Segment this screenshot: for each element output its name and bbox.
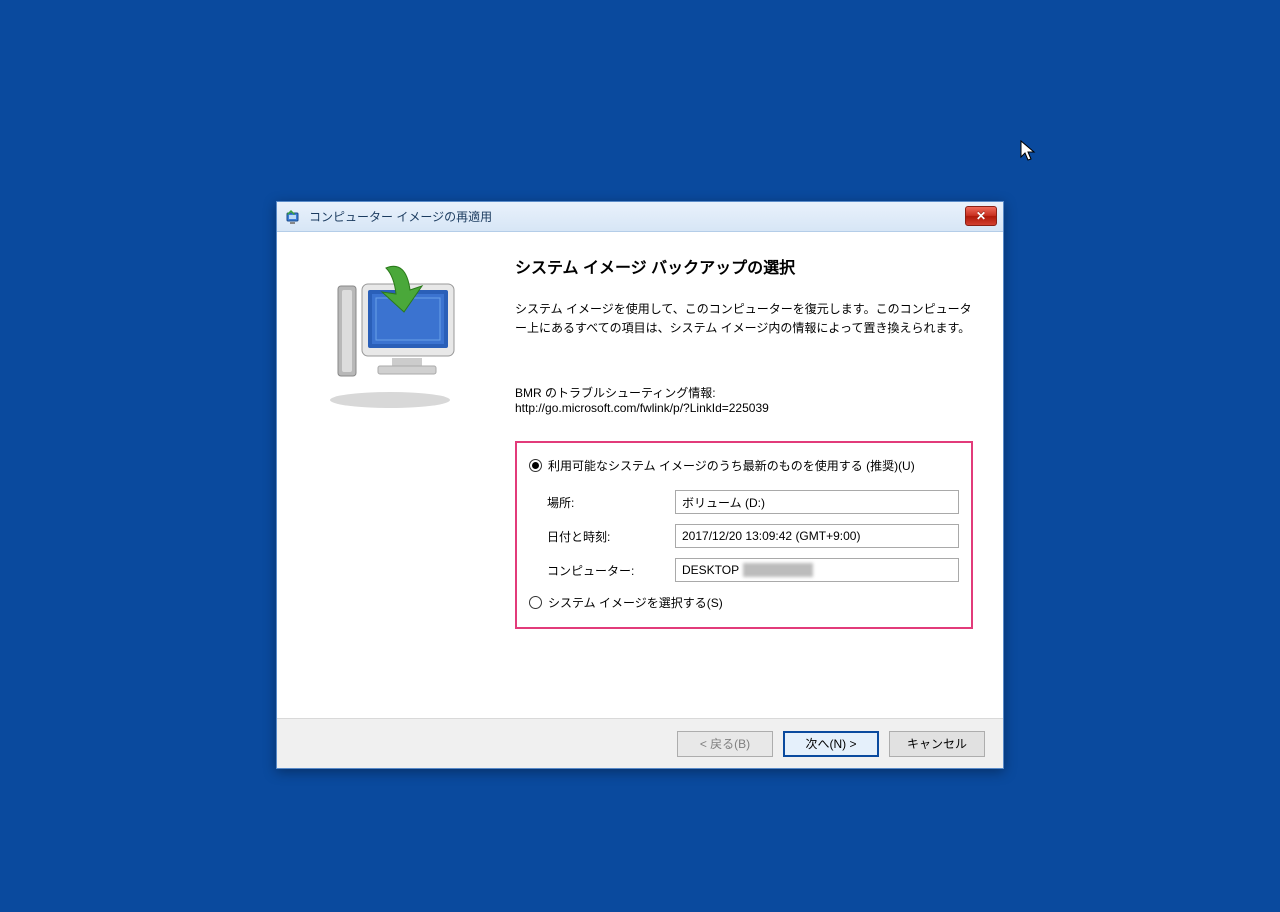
datetime-label: 日付と時刻: (547, 528, 675, 545)
computer-label: コンピューター: (547, 562, 675, 579)
page-description: システム イメージを使用して、このコンピューターを復元します。このコンピューター… (515, 300, 973, 338)
options-highlight: 利用可能なシステム イメージのうち最新のものを使用する (推奨)(U) 場所: … (515, 441, 973, 629)
radio-icon (529, 459, 542, 472)
page-heading: システム イメージ バックアップの選択 (515, 254, 973, 278)
close-button[interactable]: ✕ (965, 206, 997, 226)
titlebar[interactable]: コンピューター イメージの再適用 ✕ (277, 202, 1003, 232)
redacted-text (743, 563, 813, 577)
app-icon (285, 208, 303, 226)
wizard-footer: < 戻る(B) 次へ(N) > キャンセル (277, 718, 1003, 768)
location-label: 場所: (547, 494, 675, 511)
wizard-content: システム イメージ バックアップの選択 システム イメージを使用して、このコンピ… (503, 232, 1003, 718)
computer-field: DESKTOP (675, 558, 959, 582)
radio-icon (529, 596, 542, 609)
wizard-window: コンピューター イメージの再適用 ✕ システム イ (276, 201, 1004, 769)
troubleshoot-link[interactable]: http://go.microsoft.com/fwlink/p/?LinkId… (515, 401, 973, 415)
mouse-cursor (1020, 140, 1036, 164)
restore-image-icon (310, 262, 470, 412)
radio-label: 利用可能なシステム イメージのうち最新のものを使用する (推奨)(U) (548, 457, 915, 474)
back-button: < 戻る(B) (677, 731, 773, 757)
cancel-button[interactable]: キャンセル (889, 731, 985, 757)
radio-select-image[interactable]: システム イメージを選択する(S) (529, 594, 959, 611)
location-field: ボリューム (D:) (675, 490, 959, 514)
radio-use-latest[interactable]: 利用可能なシステム イメージのうち最新のものを使用する (推奨)(U) (529, 457, 959, 474)
close-icon: ✕ (976, 209, 986, 223)
troubleshoot-label: BMR のトラブルシューティング情報: (515, 384, 973, 401)
wizard-sidebar (277, 232, 503, 718)
window-title: コンピューター イメージの再適用 (309, 208, 492, 225)
radio-label: システム イメージを選択する(S) (548, 594, 723, 611)
next-button[interactable]: 次へ(N) > (783, 731, 879, 757)
datetime-field: 2017/12/20 13:09:42 (GMT+9:00) (675, 524, 959, 548)
